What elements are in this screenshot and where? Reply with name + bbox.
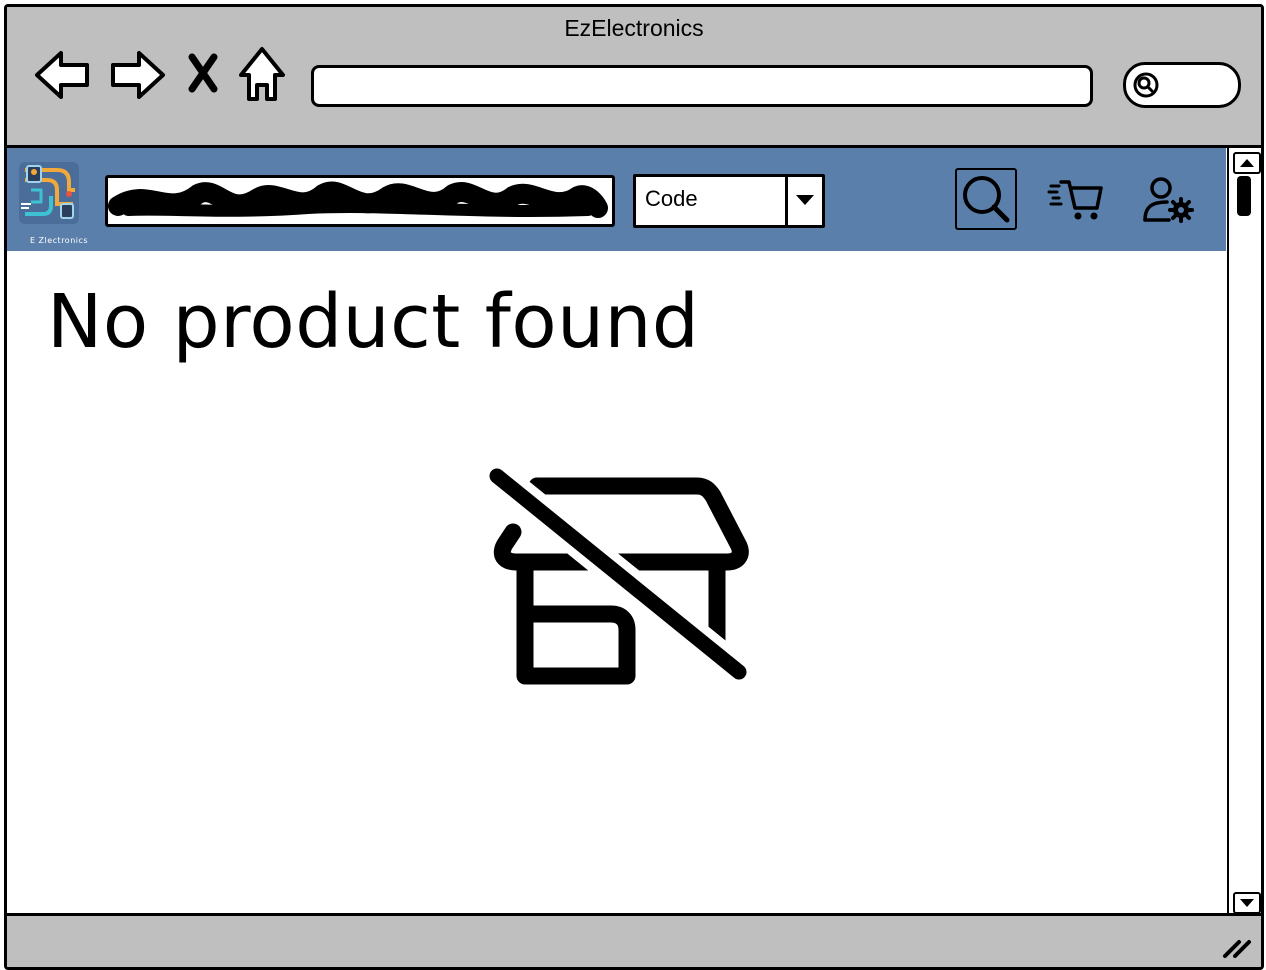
search-type-selected: Code [645,186,698,211]
cart-icon [1047,180,1103,220]
home-icon [239,47,285,101]
window-title: EzElectronics [564,15,704,41]
search-icon [1133,72,1159,98]
browser-window: EzElectronics E Zlectronics Code No prod… [4,4,1264,970]
browser-toolbar: EzElectronics [7,7,1261,148]
dropdown-toggle[interactable] [785,177,822,225]
user-settings-icon [1143,177,1194,223]
search-button[interactable] [955,168,1017,230]
circuit-logo-icon [19,162,79,224]
empty-state-icon-wrapper [477,460,767,700]
account-settings-button[interactable] [1139,174,1199,230]
scroll-down-button[interactable] [1233,892,1261,914]
app-logo[interactable]: E Zlectronics [17,160,88,245]
search-type-select[interactable]: Code [633,174,825,228]
product-search-field[interactable] [105,175,615,227]
product-search-input[interactable] [108,178,612,224]
results-area: No product found [7,251,1226,913]
resize-grip-icon [1223,940,1251,958]
chevron-up-icon [1240,159,1254,167]
search-icon [963,176,1010,223]
status-bar [7,913,1261,967]
forward-button[interactable] [107,47,167,107]
scroll-up-button[interactable] [1233,152,1261,174]
app-header: E Zlectronics Code [7,148,1226,251]
forward-arrow-icon [111,51,165,99]
back-arrow-icon [35,51,89,99]
scroll-thumb[interactable] [1237,176,1251,216]
stop-button[interactable] [187,53,219,97]
chevron-down-icon [1240,899,1254,907]
resize-grip[interactable] [1221,934,1253,964]
chevron-down-icon [796,195,814,205]
empty-state-title: No product found [47,279,700,365]
close-icon [188,53,218,93]
cart-button[interactable] [1047,176,1107,228]
home-button[interactable] [237,45,287,109]
address-bar[interactable] [311,65,1093,107]
logo-caption: E Zlectronics [29,236,89,245]
vertical-scrollbar[interactable] [1227,148,1261,916]
store-off-icon [481,460,755,688]
back-button[interactable] [33,47,93,107]
browser-search-box[interactable] [1123,62,1241,108]
